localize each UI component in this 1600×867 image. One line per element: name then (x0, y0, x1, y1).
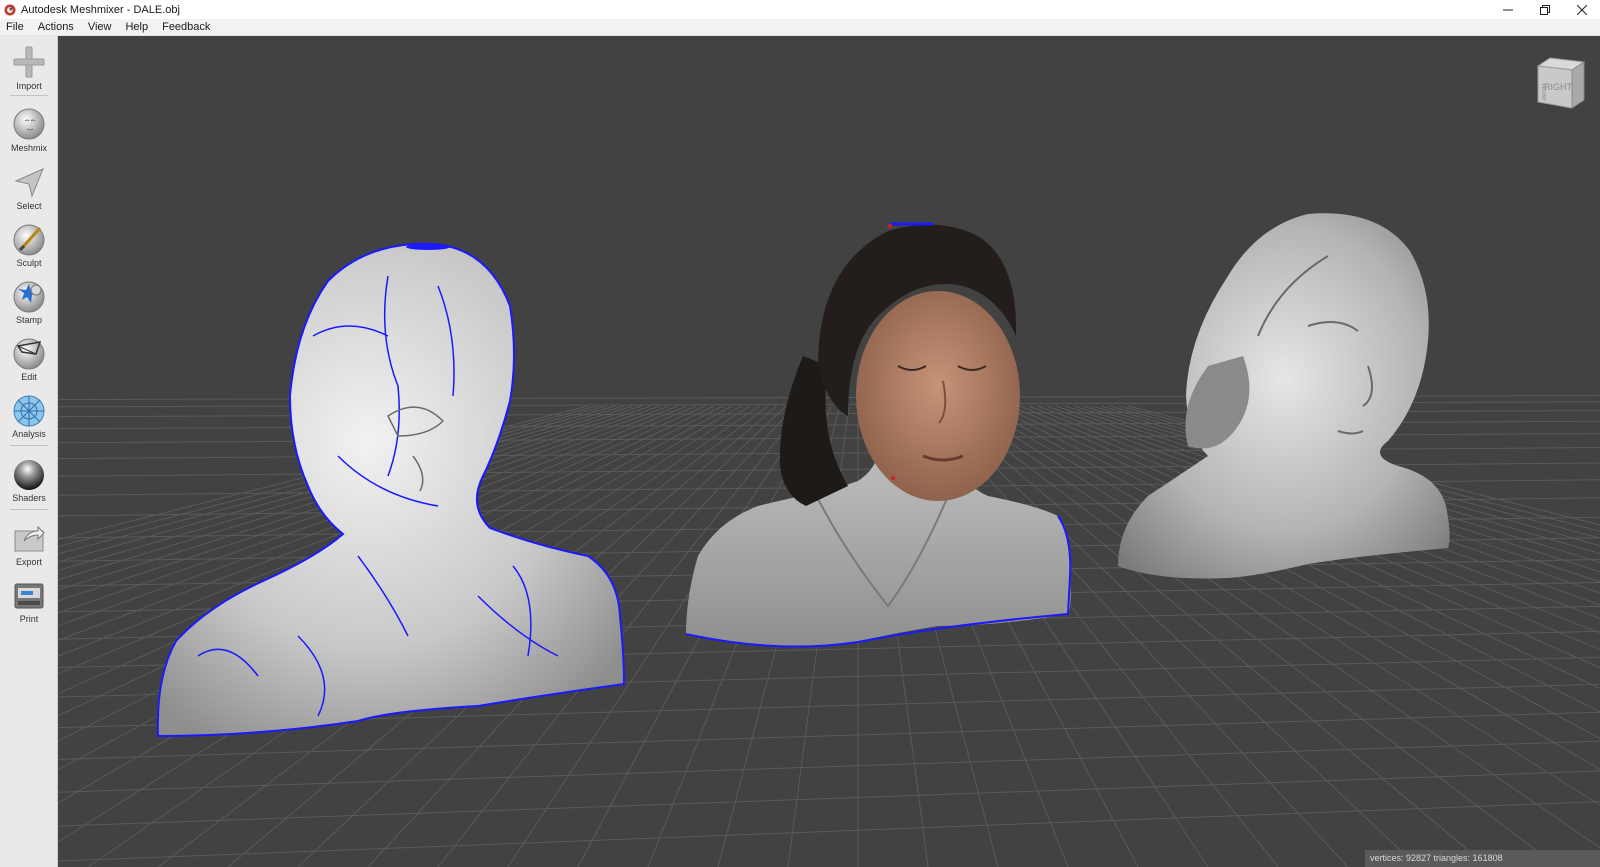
view-cube-right-label: RIGHT (1544, 82, 1573, 92)
export-icon (11, 520, 47, 556)
view-cube-front-label: FRONT (1540, 84, 1546, 101)
select-arrow-icon (11, 164, 47, 200)
shaders-sphere-icon (11, 456, 47, 492)
plus-icon (11, 44, 47, 80)
menu-file[interactable]: File (0, 19, 31, 36)
restore-icon (1539, 4, 1550, 15)
meshmix-tool-button[interactable]: Meshmix (0, 106, 58, 153)
view-cube[interactable]: RIGHT FRONT (1530, 56, 1586, 112)
menu-feedback[interactable]: Feedback (155, 19, 217, 36)
minimize-icon (1502, 9, 1513, 10)
stamp-icon (11, 278, 47, 314)
close-button[interactable] (1563, 0, 1600, 19)
analysis-icon (11, 392, 47, 428)
export-tool-button[interactable]: Export (0, 520, 58, 567)
select-tool-button[interactable]: Select (0, 164, 58, 211)
edit-label: Edit (21, 372, 37, 382)
export-label: Export (15, 557, 42, 567)
print-label: Print (19, 614, 39, 624)
meshmix-label: Meshmix (10, 143, 47, 153)
shaders-tool-button[interactable]: Shaders (0, 456, 58, 503)
import-tool-button[interactable]: Import (0, 44, 58, 91)
print-tool-button[interactable]: Print (0, 577, 58, 624)
menu-help[interactable]: Help (118, 19, 155, 36)
minimize-button[interactable] (1489, 0, 1526, 19)
close-icon (1576, 4, 1587, 15)
menu-actions[interactable]: Actions (31, 19, 81, 36)
grid-line (58, 770, 1600, 827)
analysis-tool-button[interactable]: Analysis (0, 392, 58, 439)
3d-viewport[interactable]: RIGHT FRONT vertices: 92827 triangles: 1… (58, 36, 1600, 867)
toolbar-divider (10, 509, 48, 510)
print-icon (11, 577, 47, 613)
mesh-stats-status: vertices: 92827 triangles: 161808 (1365, 850, 1600, 867)
stamp-tool-button[interactable]: Stamp (0, 278, 58, 325)
restore-button[interactable] (1526, 0, 1563, 19)
left-toolbar: Import Meshmix Select Sculpt Stamp Edit … (0, 36, 58, 867)
menu-bar: File Actions View Help Feedback (0, 19, 1600, 36)
window-title: Autodesk Meshmixer - DALE.obj (21, 3, 180, 16)
analysis-label: Analysis (12, 429, 46, 439)
sculpt-tool-button[interactable]: Sculpt (0, 221, 58, 268)
select-label: Select (16, 201, 42, 211)
toolbar-divider (10, 95, 48, 96)
grey-bust[interactable] (1118, 213, 1450, 579)
stamp-label: Stamp (15, 315, 42, 325)
sculpt-label: Sculpt (16, 258, 42, 268)
shaders-label: Shaders (12, 493, 46, 503)
window-controls (1489, 0, 1600, 19)
toolbar-divider (10, 445, 48, 446)
import-label: Import (16, 81, 42, 91)
title-bar: Autodesk Meshmixer - DALE.obj (0, 0, 1600, 19)
meshmixer-app-icon (4, 4, 16, 15)
textured-bust[interactable] (685, 222, 1072, 648)
meshmix-head-icon (11, 106, 47, 142)
scene-canvas[interactable] (58, 36, 1600, 867)
edit-icon (11, 335, 47, 371)
edit-tool-button[interactable]: Edit (0, 335, 58, 382)
sculpt-brush-icon (11, 221, 47, 257)
menu-view[interactable]: View (81, 19, 119, 36)
